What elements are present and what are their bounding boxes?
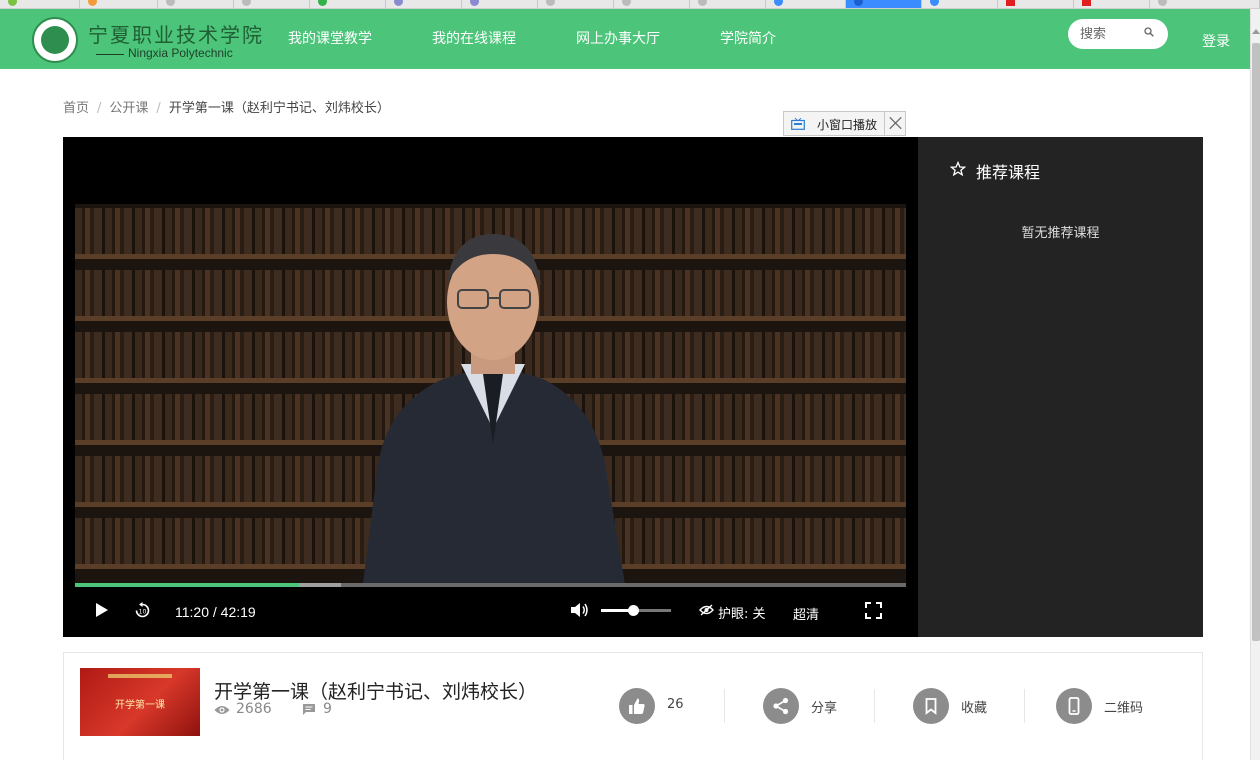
favorite-icon-circle: [913, 688, 949, 724]
speaker-figure: [363, 234, 625, 584]
course-info-bar: 开学第一课 开学第一课（赵利宁书记、刘炜校长） 2686 9 26 分享 收藏 …: [63, 652, 1203, 760]
page-scrollbar[interactable]: [1250, 9, 1260, 760]
eye-care-icon[interactable]: [699, 604, 714, 616]
college-emblem-icon: [32, 17, 78, 63]
breadcrumb-home[interactable]: 首页: [63, 101, 89, 116]
browser-tab[interactable]: [310, 0, 386, 8]
thumbnail-banner: [108, 674, 172, 678]
browser-tab[interactable]: [462, 0, 538, 8]
search-box: [1068, 19, 1168, 49]
breadcrumb-separator: /: [156, 101, 161, 116]
site-header: 宁夏职业技术学院 Ningxia Polytechnic 我的课堂教学 我的在线…: [0, 9, 1250, 69]
star-icon: [950, 161, 966, 177]
bookmark-icon: [925, 698, 937, 715]
breadcrumb-section[interactable]: 公开课: [109, 101, 148, 116]
svg-text:10: 10: [139, 609, 147, 616]
scrollbar-thumb[interactable]: [1252, 43, 1260, 641]
mini-window-play-button[interactable]: 小窗口播放: [817, 116, 877, 133]
recommended-courses-panel: 推荐课程 暂无推荐课程: [918, 137, 1203, 637]
scroll-up-arrow-icon[interactable]: [1252, 29, 1260, 34]
close-icon[interactable]: [884, 112, 906, 135]
like-count: 26: [667, 697, 684, 712]
recommend-empty-text: 暂无推荐课程: [1021, 226, 1100, 241]
qrcode-label: 二维码: [1104, 701, 1144, 716]
browser-tab[interactable]: [922, 0, 998, 8]
logo-chinese-name: 宁夏职业技术学院: [88, 23, 264, 47]
duration: 42:19: [220, 604, 256, 620]
share-icon-circle: [763, 688, 799, 724]
site-logo[interactable]: 宁夏职业技术学院 Ningxia Polytechnic: [32, 15, 262, 65]
recommend-title: 推荐课程: [976, 163, 1041, 182]
video-frame[interactable]: [75, 204, 906, 584]
browser-tab[interactable]: [538, 0, 614, 8]
browser-tab[interactable]: [158, 0, 234, 8]
breadcrumb-separator: /: [97, 101, 102, 116]
view-count-value: 2686: [236, 701, 272, 717]
main-nav: 我的课堂教学 我的在线课程 网上办事大厅 学院简介: [288, 9, 836, 69]
replay-10-icon[interactable]: 10: [134, 602, 151, 619]
progress-played: [75, 583, 299, 587]
divider: [1024, 689, 1025, 723]
nav-item-classroom-teaching[interactable]: 我的课堂教学: [288, 9, 372, 69]
course-title: 开学第一课（赵利宁书记、刘炜校长）: [214, 681, 538, 703]
play-icon[interactable]: [95, 602, 109, 618]
browser-tab[interactable]: [386, 0, 462, 8]
mobile-phone-icon: [1068, 697, 1080, 715]
video-player[interactable]: 10 11:20 / 42:19 护眼: 关 超清: [63, 137, 918, 637]
browser-tab[interactable]: [1150, 0, 1260, 8]
search-input[interactable]: [1080, 25, 1140, 43]
thumbs-up-icon: [629, 698, 645, 714]
browser-tab[interactable]: [0, 0, 80, 8]
eye-care-toggle[interactable]: 护眼: 关: [718, 603, 766, 622]
share-icon: [773, 697, 789, 715]
volume-icon[interactable]: [570, 602, 589, 618]
browser-tab[interactable]: [80, 0, 158, 8]
volume-slider[interactable]: [601, 605, 671, 616]
browser-tab[interactable]: [1074, 0, 1150, 8]
volume-handle[interactable]: [628, 605, 639, 616]
thumbnail-caption: 开学第一课: [115, 700, 165, 711]
breadcrumb: 首页 / 公开课 / 开学第一课（赵利宁书记、刘炜校长）: [63, 97, 390, 116]
time-separator: /: [212, 604, 217, 620]
comment-count-value: 9: [323, 701, 332, 717]
browser-tab-active[interactable]: [846, 0, 922, 8]
eye-icon: [214, 706, 230, 714]
share-label: 分享: [811, 701, 838, 716]
browser-tab[interactable]: [998, 0, 1074, 8]
fullscreen-icon[interactable]: [865, 602, 882, 619]
breadcrumb-current: 开学第一课（赵利宁书记、刘炜校长）: [168, 101, 390, 116]
browser-tab[interactable]: [766, 0, 846, 8]
favorite-label: 收藏: [961, 701, 988, 716]
browser-tab[interactable]: [234, 0, 310, 8]
nav-item-service-hall[interactable]: 网上办事大厅: [576, 9, 660, 69]
nav-item-online-courses[interactable]: 我的在线课程: [432, 9, 516, 69]
browser-tab-strip: [0, 0, 1260, 9]
tv-icon: [791, 118, 805, 130]
nav-item-college-intro[interactable]: 学院简介: [720, 9, 776, 69]
mini-window-popup: 小窗口播放: [783, 111, 906, 136]
quality-selector[interactable]: 超清: [793, 604, 819, 623]
browser-tab[interactable]: [690, 0, 766, 8]
logo-english-name: Ningxia Polytechnic: [96, 46, 233, 60]
course-thumbnail[interactable]: 开学第一课: [80, 668, 200, 736]
progress-bar[interactable]: [75, 583, 906, 587]
divider: [874, 689, 875, 723]
browser-tab[interactable]: [614, 0, 690, 8]
like-icon-circle: [619, 688, 655, 724]
current-time: 11:20: [175, 604, 209, 620]
search-icon[interactable]: [1144, 27, 1154, 37]
comment-icon: [303, 704, 315, 715]
login-link[interactable]: 登录: [1202, 31, 1230, 51]
time-display: 11:20 / 42:19: [175, 604, 256, 620]
qrcode-icon-circle: [1056, 688, 1092, 724]
divider: [724, 689, 725, 723]
